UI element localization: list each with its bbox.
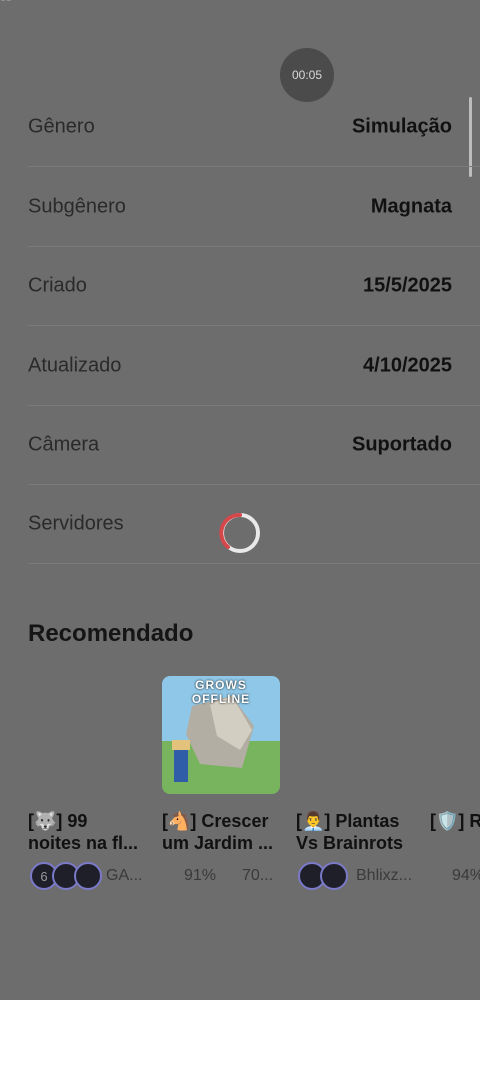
- detail-label: Subgênero: [28, 195, 126, 218]
- game-thumbnail[interactable]: [28, 676, 146, 794]
- detail-row-subgenre: Subgênero Magnata: [28, 168, 480, 247]
- detail-row-genre: Gênero Simulação: [28, 88, 480, 167]
- game-thumbnail[interactable]: [430, 676, 480, 794]
- detail-label: Atualizado: [28, 354, 122, 377]
- game-details-screen: es 00:05 Gênero Simulação Subgênero Magn…: [0, 0, 480, 1000]
- avatar: [74, 862, 102, 890]
- rating-percent: 94%: [452, 867, 480, 884]
- rating-percent: 91%: [184, 867, 217, 884]
- detail-label: Criado: [28, 274, 87, 297]
- avatar: [320, 862, 348, 890]
- creator-name: GA...: [106, 867, 143, 884]
- recommended-card[interactable]: [👨‍💼] Plantas Vs Brainrots Bhlixz...: [296, 676, 426, 890]
- detail-row-camera: Câmera Suportado: [28, 406, 480, 485]
- game-meta: 91% 70...: [162, 862, 292, 894]
- status-corner-text: es: [0, 0, 12, 4]
- loading-spinner-icon: [219, 512, 260, 553]
- detail-value: Suportado: [352, 433, 452, 456]
- game-thumbnail[interactable]: GROWS OFFLINE: [162, 676, 280, 794]
- bottom-area: [0, 1000, 480, 1066]
- game-meta: 6 GA...: [28, 862, 158, 894]
- game-meta: 94%: [430, 862, 480, 894]
- thumbnail-caption: GROWS OFFLINE: [191, 678, 251, 706]
- game-meta: Bhlixz...: [296, 862, 426, 894]
- detail-value: 4/10/2025: [363, 354, 452, 377]
- creator-name: Bhlixz...: [356, 867, 413, 884]
- detail-label: Gênero: [28, 115, 95, 138]
- detail-row-created: Criado 15/5/2025: [28, 247, 480, 326]
- game-title: [👨‍💼] Plantas Vs Brainrots: [296, 811, 404, 853]
- recommended-card[interactable]: GROWS OFFLINE [🐴] Crescer um Jardim ... …: [162, 676, 292, 884]
- detail-label: Servidores: [28, 512, 124, 535]
- detail-value: 15/5/2025: [363, 274, 452, 297]
- detail-value: Magnata: [370, 195, 452, 218]
- recommended-card[interactable]: [🐺] 99 noites na fl... 6 GA...: [28, 676, 158, 890]
- game-title: [🐴] Crescer um Jardim ...: [162, 811, 274, 853]
- recommended-section-title: Recomendado: [28, 620, 194, 647]
- detail-label: Câmera: [28, 433, 100, 456]
- game-thumbnail[interactable]: [296, 676, 414, 794]
- game-title: [🛡️] R: [430, 811, 480, 831]
- recommended-card[interactable]: [🛡️] R 94%: [430, 676, 480, 884]
- game-title: [🐺] 99 noites na fl...: [28, 811, 139, 853]
- detail-value: Simulação: [351, 115, 452, 138]
- player-count: 70...: [242, 867, 274, 884]
- detail-row-updated: Atualizado 4/10/2025: [28, 327, 480, 406]
